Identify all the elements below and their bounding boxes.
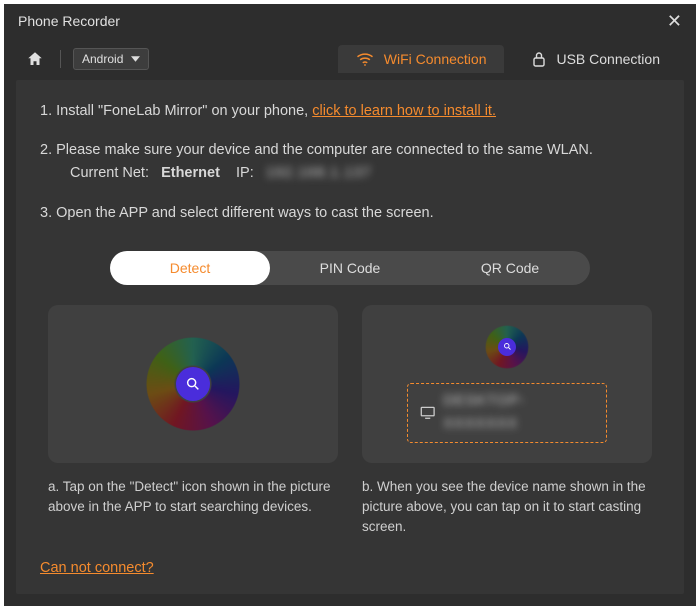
cast-method-tabs: Detect PIN Code QR Code (110, 251, 590, 285)
magnify-icon (503, 342, 512, 351)
magnify-badge (176, 367, 210, 401)
os-label: Android (82, 52, 123, 66)
install-help-link[interactable]: click to learn how to install it. (312, 103, 496, 119)
magnify-badge-small (498, 338, 516, 356)
card-a-col: a. Tap on the "Detect" icon shown in the… (48, 305, 338, 538)
card-device: DESKTOP-XXXXXXX (362, 305, 652, 463)
detect-graphic (145, 336, 241, 432)
close-icon[interactable]: ✕ (667, 11, 682, 32)
device-name-box[interactable]: DESKTOP-XXXXXXX (407, 383, 607, 443)
tab-pin-code[interactable]: PIN Code (270, 251, 430, 285)
footer: Can not connect? (40, 549, 660, 580)
monitor-icon (420, 406, 435, 419)
card-a-caption: a. Tap on the "Detect" icon shown in the… (48, 477, 338, 518)
step-3-text: 3. Open the APP and select different way… (40, 205, 434, 221)
device-name-value: DESKTOP-XXXXXXX (443, 390, 594, 436)
top-nav: Android WiFi Connection USB Connection (4, 38, 696, 80)
ip-label: IP: (236, 165, 254, 181)
magnify-icon (185, 376, 201, 392)
step-2-netline: Current Net: Ethernet IP: 192.168.1.137 (40, 162, 660, 185)
step-3: 3. Open the APP and select different way… (40, 202, 660, 225)
tab-qr-code[interactable]: QR Code (430, 251, 590, 285)
card-detect (48, 305, 338, 463)
card-b-col: DESKTOP-XXXXXXX b. When you see the devi… (362, 305, 652, 538)
wifi-icon (356, 52, 374, 66)
ip-value: 192.168.1.137 (266, 165, 372, 181)
separator (60, 50, 61, 68)
home-button[interactable] (22, 46, 48, 72)
net-label: Current Net: (70, 165, 149, 181)
home-icon (26, 50, 44, 68)
window-title: Phone Recorder (18, 13, 120, 29)
tab-usb-connection[interactable]: USB Connection (514, 45, 678, 73)
window-root: Phone Recorder ✕ Android WiFi Connection… (4, 4, 696, 606)
os-select[interactable]: Android (73, 48, 149, 70)
step-1-text: 1. Install "FoneLab Mirror" on your phon… (40, 103, 312, 119)
step-2-text: 2. Please make sure your device and the … (40, 139, 660, 162)
cards-row: a. Tap on the "Detect" icon shown in the… (40, 305, 660, 538)
tab-wifi-label: WiFi Connection (384, 51, 487, 67)
titlebar: Phone Recorder ✕ (4, 4, 696, 38)
device-graphic (485, 325, 529, 369)
card-b-caption: b. When you see the device name shown in… (362, 477, 652, 538)
step-1: 1. Install "FoneLab Mirror" on your phon… (40, 100, 660, 123)
step-2: 2. Please make sure your device and the … (40, 139, 660, 185)
tab-usb-label: USB Connection (556, 51, 660, 67)
usb-lock-icon (532, 51, 546, 67)
content-panel: 1. Install "FoneLab Mirror" on your phon… (16, 80, 684, 594)
tab-wifi-connection[interactable]: WiFi Connection (338, 45, 505, 73)
tab-detect[interactable]: Detect (110, 251, 270, 285)
cannot-connect-link[interactable]: Can not connect? (40, 560, 154, 576)
net-value: Ethernet (161, 165, 220, 181)
chevron-down-icon (131, 56, 140, 62)
